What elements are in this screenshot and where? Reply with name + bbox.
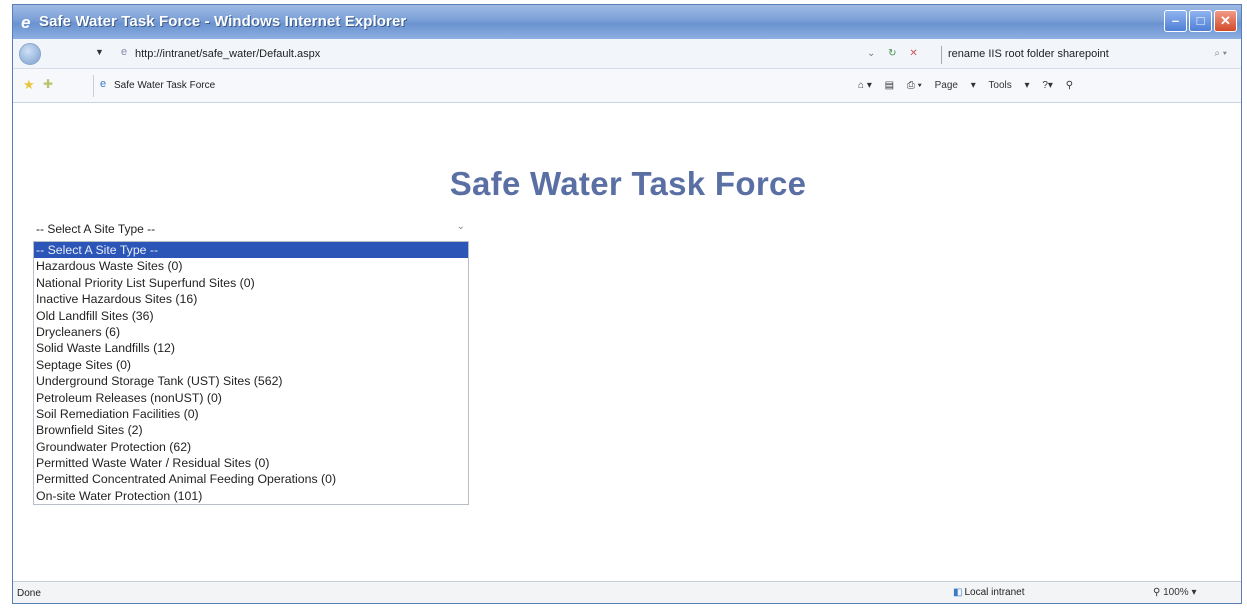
home-icon[interactable]: ⌂ ▾ (858, 80, 872, 91)
select-option[interactable]: Drycleaners (6) (34, 324, 468, 340)
tools-menu[interactable]: Tools ▾ (988, 80, 1029, 91)
select-option[interactable]: Septage Sites (0) (34, 357, 468, 373)
select-option[interactable]: -- Select A Site Type -- (34, 242, 468, 259)
search-icon[interactable]: ⌕ ▾ (1214, 48, 1227, 59)
site-type-select[interactable]: -- Select A Site Type -- ⌄ (33, 218, 471, 240)
help-icon[interactable]: ?▾ (1042, 80, 1053, 91)
favorites-bar: ★ ✚ e Safe Water Task Force ⌂ ▾ ▤ ⎙ ▾ Pa… (13, 69, 1241, 103)
research-icon[interactable]: ⚲ (1066, 80, 1073, 91)
select-value: -- Select A Site Type -- (36, 222, 156, 236)
browser-window: e Safe Water Task Force - Windows Intern… (12, 4, 1242, 604)
minimize-button[interactable]: – (1164, 10, 1187, 32)
feeds-icon[interactable]: ▤ (885, 80, 894, 91)
select-option[interactable]: Inactive Hazardous Sites (16) (34, 291, 468, 307)
window-controls: – □ ✕ (1164, 10, 1237, 32)
page-title: Safe Water Task Force (449, 165, 807, 202)
select-option[interactable]: On-site Water Protection (101) (34, 488, 468, 504)
close-button[interactable]: ✕ (1214, 10, 1237, 32)
address-bar: ▼ e http://intranet/safe_water/Default.a… (13, 39, 1241, 69)
refresh-icon[interactable]: ↻ (888, 48, 896, 59)
security-zone: ◧ Local intranet (953, 587, 1025, 598)
status-text: Done (17, 588, 41, 599)
select-option[interactable]: Petroleum Releases (nonUST) (0) (34, 390, 468, 406)
stop-icon[interactable]: ✕ (909, 48, 917, 59)
tab-safe-water[interactable]: Safe Water Task Force (114, 80, 215, 91)
select-option[interactable]: Underground Storage Tank (UST) Sites (56… (34, 373, 468, 389)
dropdown-icon[interactable]: ⌄ (867, 48, 875, 59)
favorites-star-icon[interactable]: ★ (23, 77, 35, 93)
select-option[interactable]: Soil Remediation Facilities (0) (34, 406, 468, 422)
intranet-icon: ◧ (953, 587, 963, 598)
page-content: Safe Water Task Force -- Select A Site T… (13, 103, 1241, 583)
select-option[interactable]: Permitted Concentrated Animal Feeding Op… (34, 471, 468, 487)
tab-page-icon: e (100, 78, 107, 90)
select-option[interactable]: National Priority List Superfund Sites (… (34, 275, 468, 291)
print-icon[interactable]: ⎙ ▾ (907, 80, 922, 91)
site-type-options: -- Select A Site Type -- Hazardous Waste … (33, 241, 469, 506)
window-title: Safe Water Task Force - Windows Internet… (39, 13, 407, 30)
zoom-icon: ⚲ (1153, 587, 1161, 598)
select-option[interactable]: Groundwater Protection (62) (34, 439, 468, 455)
select-option[interactable]: Brownfield Sites (2) (34, 422, 468, 438)
back-button[interactable] (19, 43, 41, 65)
status-bar: Done ◧ Local intranet ⚲ 100% ▾ (13, 581, 1241, 603)
divider (93, 75, 94, 97)
select-option[interactable]: Old Landfill Sites (36) (34, 308, 468, 324)
add-favorites-icon[interactable]: ✚ (43, 77, 53, 91)
page-icon: e (121, 46, 128, 58)
select-option[interactable]: Permitted Waste Water / Residual Sites (… (34, 455, 468, 471)
select-option[interactable]: Hazardous Waste Sites (0) (34, 258, 468, 274)
page-menu[interactable]: Page ▾ (935, 80, 976, 91)
select-option[interactable]: Solid Waste Landfills (12) (34, 340, 468, 356)
chevron-down-icon[interactable]: ⌄ (457, 221, 465, 232)
history-dropdown-icon[interactable]: ▼ (95, 47, 104, 57)
zoom-control[interactable]: ⚲ 100% ▾ (1153, 587, 1197, 598)
title-bar[interactable]: e Safe Water Task Force - Windows Intern… (13, 5, 1241, 39)
address-tools: ⌄ ↻ ✕ (867, 48, 918, 59)
maximize-button[interactable]: □ (1189, 10, 1212, 32)
search-input[interactable]: rename IIS root folder sharepoint (941, 46, 1197, 64)
url-field[interactable]: http://intranet/safe_water/Default.aspx (135, 48, 320, 60)
command-bar: ⌂ ▾ ▤ ⎙ ▾ Page ▾ Tools ▾ ?▾ ⚲ (858, 80, 1083, 91)
ie-logo-icon: e (21, 13, 31, 32)
